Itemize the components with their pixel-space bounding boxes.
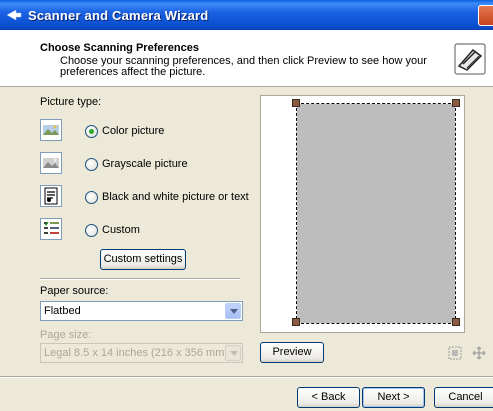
- bw-picture-icon: [40, 185, 62, 207]
- back-button[interactable]: < Back: [297, 387, 360, 408]
- picture-type-label: Picture type:: [40, 96, 102, 108]
- cancel-button[interactable]: Cancel: [434, 387, 493, 408]
- custom-label[interactable]: Custom: [102, 224, 140, 236]
- grayscale-picture-icon: [40, 152, 62, 174]
- divider: [40, 278, 240, 280]
- bw-picture-label[interactable]: Black and white picture or text: [102, 191, 249, 203]
- color-picture-icon: [40, 119, 62, 141]
- wizard-header: Choose Scanning Preferences Choose your …: [0, 30, 493, 87]
- page-size-select[interactable]: Legal 8.5 x 14 inches (216 x 356 mm): [40, 343, 243, 363]
- fit-to-page-icon[interactable]: [472, 346, 486, 360]
- resize-handle-top-left[interactable]: [292, 99, 300, 107]
- chevron-down-icon[interactable]: [225, 345, 241, 361]
- selection-marquee[interactable]: [296, 103, 456, 324]
- scanner-icon: [454, 43, 486, 75]
- page-title: Choose Scanning Preferences: [40, 42, 199, 54]
- paper-source-label: Paper source:: [40, 285, 109, 297]
- resize-handle-bottom-left[interactable]: [292, 318, 300, 326]
- page-size-value: Legal 8.5 x 14 inches (216 x 356 mm): [44, 347, 229, 359]
- scanner-wizard-icon: [6, 9, 22, 21]
- custom-settings-button[interactable]: Custom settings: [100, 249, 186, 270]
- resize-handle-top-right[interactable]: [452, 99, 460, 107]
- window-title: Scanner and Camera Wizard: [28, 7, 209, 23]
- page-size-label: Page size:: [40, 329, 92, 341]
- resize-handle-bottom-right[interactable]: [452, 318, 460, 326]
- footer-divider: [0, 376, 493, 378]
- color-picture-label[interactable]: Color picture: [102, 125, 164, 137]
- close-button[interactable]: [478, 5, 493, 26]
- custom-settings-icon: [40, 218, 62, 240]
- grayscale-picture-label[interactable]: Grayscale picture: [102, 158, 188, 170]
- bw-picture-radio[interactable]: [85, 191, 98, 204]
- title-bar: Scanner and Camera Wizard: [0, 0, 493, 30]
- preview-button[interactable]: Preview: [260, 342, 324, 363]
- custom-radio[interactable]: [85, 224, 98, 237]
- grayscale-picture-radio[interactable]: [85, 158, 98, 171]
- next-button[interactable]: Next >: [362, 387, 425, 408]
- page-subtitle: Choose your scanning preferences, and th…: [60, 55, 427, 78]
- paper-source-value: Flatbed: [44, 305, 81, 317]
- chevron-down-icon[interactable]: [225, 303, 241, 319]
- paper-source-select[interactable]: Flatbed: [40, 301, 243, 321]
- zoom-to-selection-icon[interactable]: [448, 346, 462, 360]
- color-picture-radio[interactable]: [85, 125, 98, 138]
